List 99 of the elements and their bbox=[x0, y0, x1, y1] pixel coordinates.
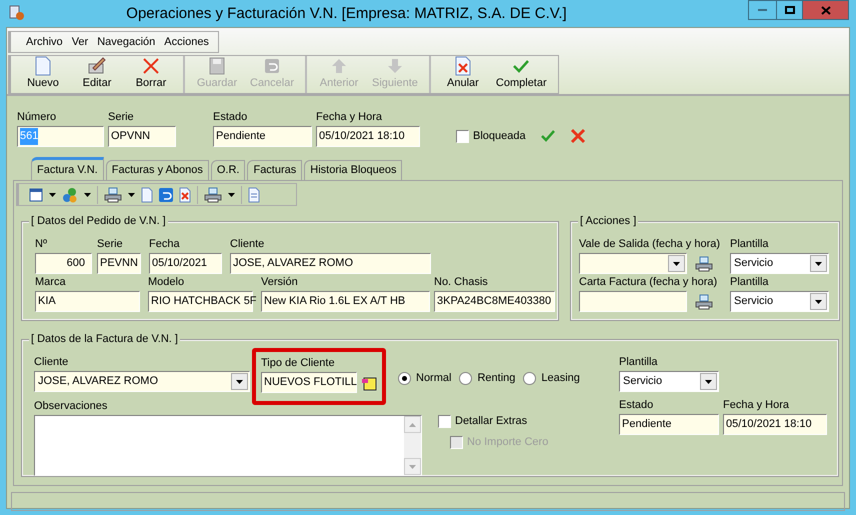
check-icon[interactable] bbox=[540, 129, 556, 143]
field-label: Versión bbox=[261, 275, 299, 289]
text-field[interactable]: 05/10/2021 bbox=[149, 253, 222, 274]
text-field[interactable]: 3KPA24BC8ME403380 bbox=[434, 291, 555, 312]
text-field[interactable]: 05/10/2021 18:10 bbox=[723, 414, 827, 435]
radio-label: Leasing bbox=[541, 371, 580, 385]
field-label: Cliente bbox=[34, 355, 70, 369]
group-title: [ Datos de la Factura de V.N. ] bbox=[29, 332, 180, 346]
toolbar-button[interactable]: Anular bbox=[436, 55, 489, 90]
field-label: Tipo de Cliente bbox=[261, 356, 336, 370]
field-label: No. Chasis bbox=[434, 275, 489, 289]
field-label: Plantilla bbox=[730, 237, 770, 251]
field-label: Estado bbox=[213, 110, 248, 124]
window-title: Operaciones y Facturación V.N. [Empresa: MATRIZ, S.A. DE C.V.] bbox=[125, 4, 568, 24]
pencil-icon bbox=[87, 56, 107, 76]
up-arrow-icon bbox=[331, 58, 348, 74]
field-label: Fecha y Hora bbox=[723, 398, 790, 412]
close-icon[interactable] bbox=[570, 128, 586, 144]
text-field[interactable]: Pendiente bbox=[619, 414, 719, 435]
coins-icon[interactable] bbox=[62, 186, 78, 202]
field-label: Serie bbox=[108, 110, 135, 124]
text-field[interactable]: JOSE, ALVAREZ ROMO bbox=[230, 253, 431, 274]
field-label: Plantilla bbox=[619, 355, 659, 369]
document-icon[interactable] bbox=[141, 186, 153, 202]
lookup-icon[interactable] bbox=[361, 375, 377, 391]
tab[interactable]: O.R. bbox=[210, 160, 246, 180]
radio-label: Renting bbox=[477, 371, 516, 385]
field-label: Plantilla bbox=[730, 275, 770, 289]
checkbox[interactable] bbox=[438, 414, 451, 428]
text-field[interactable]: PEVNN bbox=[97, 253, 141, 274]
delete-icon bbox=[142, 56, 160, 74]
app-icon bbox=[9, 5, 25, 21]
menu-item[interactable]: Ver bbox=[72, 34, 88, 50]
printer-icon[interactable] bbox=[104, 186, 122, 202]
tab[interactable]: Facturas bbox=[247, 160, 302, 180]
radio-button[interactable] bbox=[459, 372, 472, 384]
close-icon bbox=[820, 6, 830, 14]
checkbox-label: No Importe Cero bbox=[467, 435, 548, 449]
caret-icon[interactable] bbox=[128, 192, 135, 196]
delete-document-icon[interactable] bbox=[179, 186, 191, 202]
menu-item[interactable]: Acciones bbox=[164, 34, 209, 50]
group-title: [ Acciones ] bbox=[578, 214, 638, 228]
caret-icon[interactable] bbox=[49, 192, 56, 196]
radio-button[interactable] bbox=[398, 372, 411, 384]
tab[interactable]: Historia Bloqueos bbox=[304, 160, 402, 180]
field-label: Estado bbox=[619, 398, 654, 412]
field-label: Carta Factura (fecha y hora) bbox=[579, 275, 718, 289]
caret-icon[interactable] bbox=[228, 192, 235, 196]
toolbar-button[interactable]: Completar bbox=[490, 55, 552, 90]
document-icon[interactable] bbox=[248, 186, 260, 202]
field-label: Marca bbox=[35, 275, 67, 289]
undo-icon[interactable] bbox=[159, 188, 173, 202]
text-field[interactable]: OPVNN bbox=[108, 126, 176, 147]
dropdown[interactable] bbox=[579, 253, 687, 274]
dropdown[interactable]: Servicio bbox=[619, 371, 719, 392]
field-label: Modelo bbox=[148, 275, 186, 289]
text-field[interactable]: 05/10/2021 18:10 bbox=[316, 126, 420, 147]
toolbar-button[interactable]: Editar bbox=[71, 55, 123, 90]
caret-icon[interactable] bbox=[84, 192, 91, 196]
field-label: Vale de Salida (fecha y hora) bbox=[579, 237, 722, 251]
cancel-document-icon bbox=[454, 56, 471, 76]
radio-button[interactable] bbox=[523, 372, 536, 384]
dropdown[interactable]: JOSE, ALVAREZ ROMO bbox=[34, 371, 250, 392]
group-title: [ Datos del Pedido de V.N. ] bbox=[29, 214, 168, 228]
dropdown[interactable]: Servicio bbox=[730, 253, 829, 274]
menu-item[interactable]: Navegación bbox=[97, 34, 156, 50]
text-field[interactable]: Pendiente bbox=[213, 126, 312, 147]
field-label: Fecha y Hora bbox=[316, 110, 384, 124]
printer-icon[interactable] bbox=[695, 294, 713, 310]
check-icon bbox=[512, 58, 530, 74]
checkbox-label: Detallar Extras bbox=[455, 414, 528, 428]
checkbox-label: Bloqueada bbox=[473, 129, 526, 143]
printer-icon[interactable] bbox=[695, 256, 713, 272]
field-label: Serie bbox=[97, 237, 124, 251]
close-button[interactable] bbox=[803, 0, 849, 20]
printer-icon[interactable] bbox=[204, 186, 222, 202]
toolbar-button[interactable]: Nuevo bbox=[17, 55, 69, 90]
dropdown[interactable]: Servicio bbox=[730, 291, 829, 312]
text-field[interactable]: KIA bbox=[35, 291, 140, 312]
radio-label: Normal bbox=[416, 371, 452, 385]
text-field[interactable]: NUEVOS FLOTILL bbox=[261, 372, 357, 393]
field-label: Cliente bbox=[230, 237, 266, 251]
field-label: Nº bbox=[35, 237, 48, 251]
field-label: Observaciones bbox=[34, 399, 108, 413]
text-field[interactable] bbox=[579, 291, 687, 312]
field-label: Número bbox=[17, 110, 58, 124]
save-icon bbox=[209, 56, 225, 74]
tab[interactable]: Factura V.N. bbox=[31, 157, 104, 180]
tab[interactable]: Facturas y Abonos bbox=[106, 160, 209, 180]
text-field[interactable]: New KIA Rio 1.6L EX A/T HB bbox=[261, 291, 430, 312]
form-icon[interactable] bbox=[29, 188, 43, 202]
menu-item[interactable]: Archivo bbox=[26, 34, 63, 50]
undo-icon bbox=[264, 58, 280, 74]
checkbox[interactable] bbox=[456, 130, 469, 142]
toolbar-button[interactable]: Borrar bbox=[125, 55, 177, 90]
down-arrow-icon bbox=[386, 58, 403, 74]
text-field[interactable]: 600 bbox=[35, 253, 92, 274]
document-icon bbox=[35, 56, 51, 76]
field-label: Fecha bbox=[149, 237, 181, 251]
